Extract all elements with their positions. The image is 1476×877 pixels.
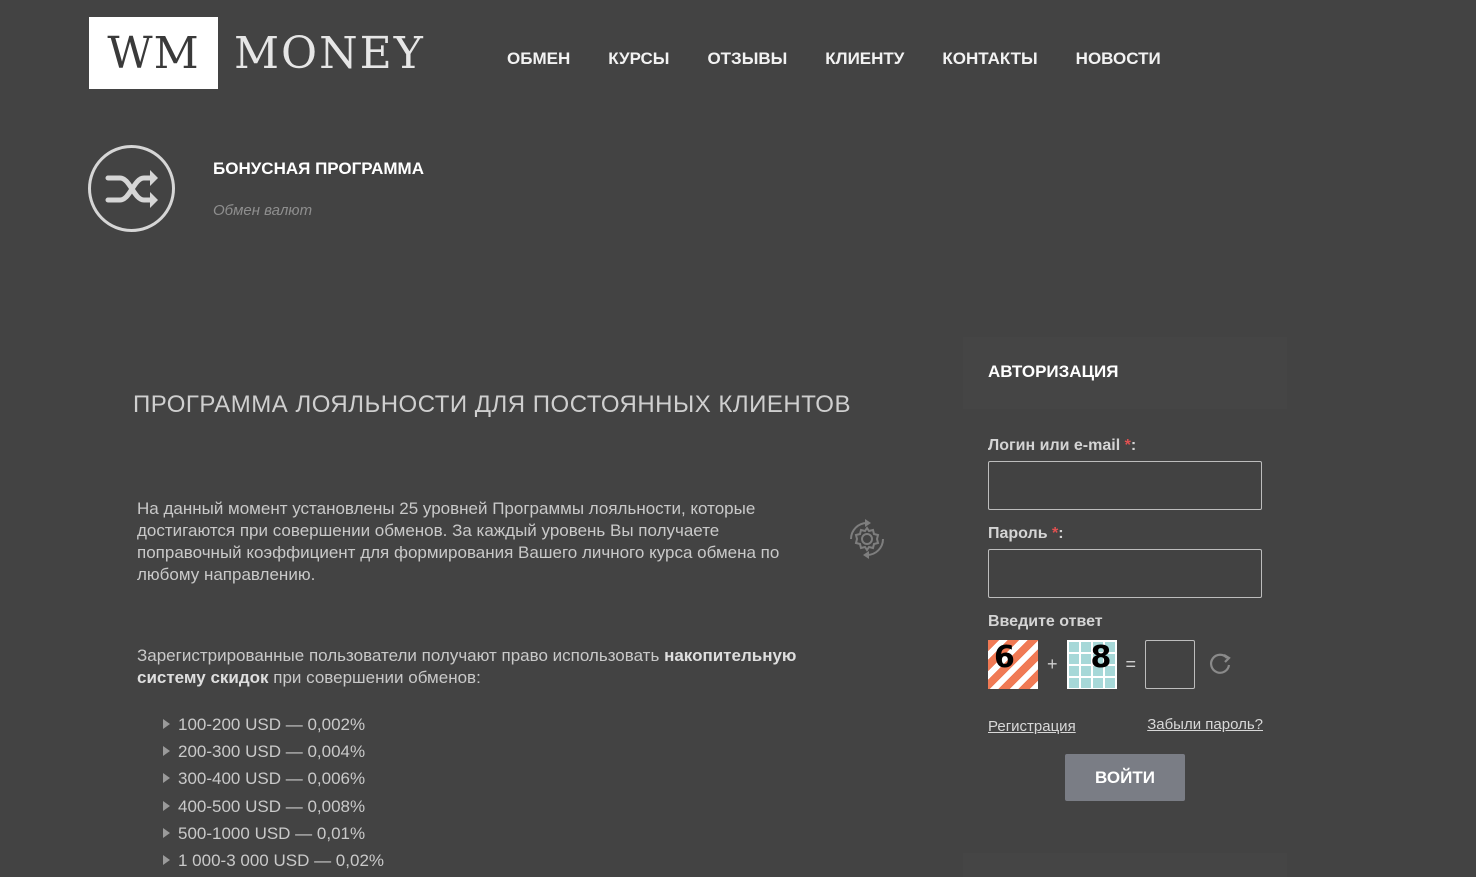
login-field[interactable]	[988, 461, 1262, 510]
nav-item-rates[interactable]: КУРСЫ	[608, 48, 669, 70]
discount-text-post: при совершении обменов:	[268, 668, 481, 687]
list-item: 400-500 USD — 0,008%	[161, 793, 384, 820]
forgot-password-link[interactable]: Забыли пароль?	[1147, 716, 1263, 733]
next-sidebar-block	[963, 853, 1287, 877]
nav-item-exchange[interactable]: ОБМЕН	[507, 48, 570, 70]
password-label: Пароль *:	[988, 525, 1064, 543]
captcha-row: 6 + 8 =	[988, 640, 1233, 689]
captcha-answer-input[interactable]	[1145, 640, 1196, 689]
auth-panel: АВТОРИЗАЦИЯ Логин или e-mail *: Пароль *…	[963, 337, 1287, 801]
register-link[interactable]: Регистрация	[988, 718, 1076, 735]
list-item: 200-300 USD — 0,004%	[161, 738, 384, 765]
label-colon: :	[1130, 437, 1137, 454]
gear-refresh-icon	[850, 519, 884, 559]
main-nav: ОБМЕН КУРСЫ ОТЗЫВЫ КЛИЕНТУ КОНТАКТЫ НОВО…	[507, 48, 1199, 70]
label-colon: :	[1058, 525, 1064, 542]
list-item: 300-400 USD — 0,006%	[161, 765, 384, 792]
logo-money-text: MONEY	[234, 27, 425, 79]
password-label-text: Пароль	[988, 525, 1048, 542]
levels-paragraph: На данный момент установлены 25 уровней …	[137, 499, 780, 584]
nav-item-client[interactable]: КЛИЕНТУ	[825, 48, 904, 70]
captcha-image-a: 6	[988, 640, 1038, 689]
shuffle-icon	[88, 145, 175, 232]
site-logo[interactable]: WM MONEY	[89, 17, 425, 89]
breadcrumb[interactable]: Обмен валют	[213, 202, 312, 219]
password-field[interactable]	[988, 549, 1262, 598]
auth-links: Регистрация Забыли пароль?	[988, 716, 1263, 735]
discount-paragraph: Зарегистрированные пользователи получают…	[137, 645, 817, 689]
list-item: 100-200 USD — 0,002%	[161, 711, 384, 738]
login-button[interactable]: ВОЙТИ	[1065, 754, 1185, 801]
nav-item-news[interactable]: НОВОСТИ	[1076, 48, 1161, 70]
nav-item-reviews[interactable]: ОТЗЫВЫ	[707, 48, 787, 70]
discount-text-pre: Зарегистрированные пользователи получают…	[137, 646, 665, 665]
nav-item-contacts[interactable]: КОНТАКТЫ	[942, 48, 1037, 70]
captcha-image-b: 8	[1067, 640, 1117, 689]
main-content: ПРОГРАММА ЛОЯЛЬНОСТИ ДЛЯ ПОСТОЯННЫХ КЛИЕ…	[89, 335, 947, 877]
content-heading: ПРОГРАММА ЛОЯЛЬНОСТИ ДЛЯ ПОСТОЯННЫХ КЛИЕ…	[133, 391, 851, 418]
page-title: БОНУСНАЯ ПРОГРАММА	[213, 159, 424, 178]
login-label: Логин или e-mail *:	[988, 437, 1136, 455]
refresh-icon[interactable]	[1207, 652, 1233, 678]
list-item: 500-1000 USD — 0,01%	[161, 820, 384, 847]
discount-tier-list: 100-200 USD — 0,002% 200-300 USD — 0,004…	[161, 711, 384, 874]
auth-title: АВТОРИЗАЦИЯ	[963, 337, 1287, 409]
captcha-equals: =	[1125, 654, 1137, 674]
captcha-label: Введите ответ	[988, 613, 1103, 630]
login-label-text: Логин или e-mail	[988, 437, 1121, 454]
list-item: 1 000-3 000 USD — 0,02%	[161, 847, 384, 874]
logo-wm-box: WM	[89, 17, 218, 89]
captcha-plus: +	[1047, 654, 1058, 674]
